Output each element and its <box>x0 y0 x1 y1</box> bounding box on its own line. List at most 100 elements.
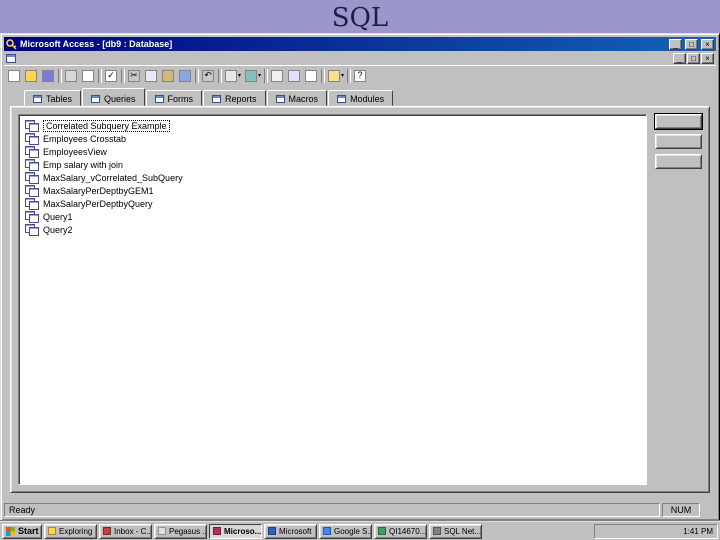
toolbar-button[interactable] <box>270 68 285 84</box>
menu-item[interactable] <box>79 57 89 59</box>
query-icon <box>25 120 39 132</box>
mdi-close-button[interactable]: × <box>701 52 714 64</box>
menu-item[interactable] <box>39 57 49 59</box>
object-tab[interactable]: Reports <box>203 90 266 106</box>
object-type-icon <box>337 94 347 103</box>
query-icon <box>25 172 39 184</box>
toolbar-button[interactable] <box>81 68 96 84</box>
toolbar-button[interactable]: ▾ <box>244 68 262 84</box>
tray-icon[interactable] <box>669 527 677 535</box>
taskbar-task-button[interactable]: Google S... <box>319 523 372 539</box>
minimize-button[interactable]: _ <box>669 38 682 50</box>
taskbar-task-button[interactable]: Pegasus ... <box>154 523 207 539</box>
dropdown-arrow-icon: ▾ <box>258 73 262 79</box>
toolbar-button[interactable]: ✂ <box>127 68 142 84</box>
menu-item[interactable] <box>19 57 29 59</box>
access-key-icon[interactable] <box>6 38 17 50</box>
desktop-screenshot: Microsoft Access - [db9 : Database] _ □ … <box>0 33 720 540</box>
query-list-item[interactable]: Emp salary with join <box>22 158 643 171</box>
taskbar-clock: 1:41 PM <box>683 526 713 536</box>
toolbar-icon <box>245 69 258 82</box>
menu-item[interactable] <box>29 57 39 59</box>
query-list-item[interactable]: Employees Crosstab <box>22 132 643 145</box>
object-tab[interactable]: Queries <box>82 88 145 106</box>
object-tab[interactable]: Forms <box>145 90 203 106</box>
query-icon <box>25 211 39 223</box>
taskbar-task-button[interactable]: Microsoft <box>264 523 317 539</box>
title-bar: Microsoft Access - [db9 : Database] _ □ … <box>4 37 716 51</box>
toolbar-button[interactable] <box>64 68 79 84</box>
toolbar-button <box>347 68 352 83</box>
tray-icon[interactable] <box>619 527 627 535</box>
toolbar-icon <box>288 69 301 82</box>
windows-logo-icon <box>6 526 15 536</box>
object-tab[interactable]: Macros <box>266 90 328 106</box>
query-list-item[interactable]: MaxSalary_vCorrelated_SubQuery <box>22 171 643 184</box>
menu-bar: _ □ × <box>4 51 716 65</box>
maximize-button[interactable]: □ <box>685 38 698 50</box>
query-list-item[interactable]: Query2 <box>22 223 643 236</box>
toolbar-icon <box>42 69 54 82</box>
mdi-restore-button[interactable]: □ <box>687 52 700 64</box>
toolbar-button[interactable] <box>7 68 22 84</box>
toolbar-button[interactable]: ↶ <box>201 68 216 84</box>
toolbar-button[interactable] <box>304 68 319 84</box>
slide-title: SQL <box>331 3 389 33</box>
object-tab[interactable]: Tables <box>24 90 82 106</box>
resize-grip <box>702 503 716 517</box>
taskbar-task-button[interactable]: Exploring <box>44 523 97 539</box>
toolbar-button[interactable]: ? <box>353 68 368 84</box>
menu-item[interactable] <box>49 57 59 59</box>
taskbar-task-button[interactable]: SQL Net... <box>429 523 482 539</box>
object-tab[interactable]: Modules <box>328 90 394 106</box>
toolbar-icon <box>271 69 284 82</box>
tray-icon[interactable] <box>639 527 647 535</box>
close-button[interactable]: × <box>701 38 714 50</box>
menu-item[interactable] <box>69 57 79 59</box>
toolbar-icon: ✓ <box>105 69 117 82</box>
tray-icon[interactable] <box>629 527 637 535</box>
toolbar-icon <box>225 69 237 82</box>
toolbar-button[interactable]: ▾ <box>327 68 345 84</box>
tray-icon[interactable] <box>609 527 617 535</box>
query-list-item[interactable]: Correlated Subquery Example <box>22 119 643 132</box>
menu-item[interactable] <box>59 57 69 59</box>
mdi-minimize-button[interactable]: _ <box>673 52 686 64</box>
toolbar-button <box>58 68 62 83</box>
query-icon <box>25 159 39 171</box>
object-type-icon <box>91 94 101 103</box>
dropdown-arrow-icon: ▾ <box>238 73 242 79</box>
toolbar-button[interactable] <box>161 68 176 84</box>
toolbar-button[interactable] <box>144 68 159 84</box>
task-app-icon <box>268 527 276 535</box>
toolbar-button[interactable]: ▾ <box>224 68 242 84</box>
toolbar-button[interactable] <box>41 68 56 84</box>
query-list: Correlated Subquery Example Employees Cr… <box>18 114 647 485</box>
toolbar-button <box>321 68 326 83</box>
query-list-item[interactable]: EmployeesView <box>22 145 643 158</box>
tray-icon[interactable] <box>599 527 607 535</box>
tray-icon[interactable] <box>649 527 657 535</box>
taskbar-task-button[interactable]: Inbox - C... <box>99 523 152 539</box>
toolbar-button[interactable] <box>178 68 193 84</box>
tray-icon[interactable] <box>659 527 667 535</box>
query-list-item[interactable]: MaxSalaryPerDeptbyQuery <box>22 197 643 210</box>
action-button[interactable] <box>655 134 702 149</box>
task-app-icon <box>103 527 111 535</box>
action-button[interactable] <box>654 113 703 130</box>
toolbar-button[interactable] <box>287 68 302 84</box>
db-window-icon[interactable] <box>6 53 16 63</box>
toolbar-button[interactable] <box>24 68 39 84</box>
start-button[interactable]: Start <box>2 523 42 539</box>
query-list-item[interactable]: MaxSalaryPerDeptbyGEM1 <box>22 184 643 197</box>
toolbar-button <box>264 68 269 83</box>
toolbar-icon <box>145 69 157 82</box>
toolbar-button[interactable]: ✓ <box>104 68 119 84</box>
taskbar-task-button[interactable]: QI14670... <box>374 523 427 539</box>
query-list-item[interactable]: Query1 <box>22 210 643 223</box>
action-button[interactable] <box>655 154 702 169</box>
taskbar-task-button[interactable]: Microso... <box>209 523 262 539</box>
action-buttons <box>654 113 703 169</box>
object-type-icon <box>212 94 222 103</box>
database-window: Tables Queries Forms Reports Macros Modu… <box>4 85 716 501</box>
